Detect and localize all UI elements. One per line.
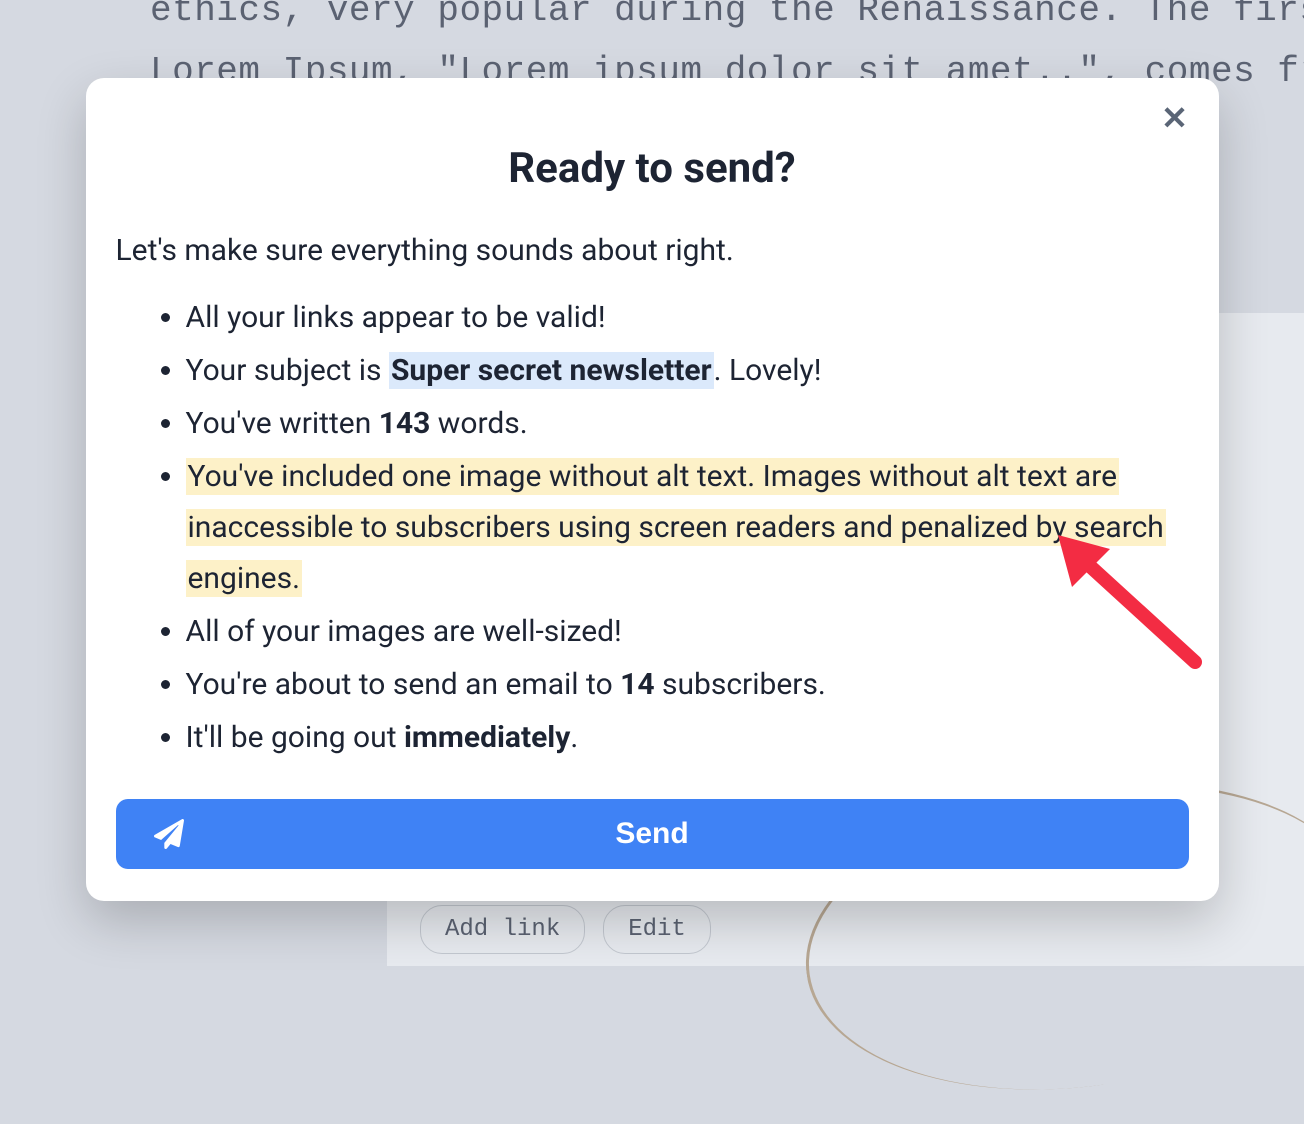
subject-value: Super secret newsletter [389, 352, 714, 389]
alt-text-warning: You've included one image without alt te… [186, 458, 1166, 597]
checklist: All your links appear to be valid! Your … [116, 292, 1189, 763]
check-item-links: All your links appear to be valid! [186, 292, 1189, 343]
check-item-subscribers: You're about to send an email to 14 subs… [186, 659, 1189, 710]
modal-intro-text: Let's make sure everything sounds about … [116, 233, 1189, 268]
close-button[interactable]: ✕ [1157, 100, 1193, 136]
check-item-alt-text-warning: You've included one image without alt te… [186, 451, 1189, 604]
send-button[interactable]: Send [116, 799, 1189, 869]
modal-title: Ready to send? [116, 144, 1189, 193]
modal-backdrop: ✕ Ready to send? Let's make sure everyth… [0, 0, 1304, 966]
check-item-subject: Your subject is Super secret newsletter.… [186, 345, 1189, 396]
check-item-words: You've written 143 words. [186, 398, 1189, 449]
word-count: 143 [379, 406, 431, 441]
paper-plane-icon [154, 819, 184, 849]
schedule-value: immediately [404, 720, 570, 755]
check-item-images-sized: All of your images are well-sized! [186, 606, 1189, 657]
send-button-label: Send [615, 817, 688, 851]
send-confirmation-modal: ✕ Ready to send? Let's make sure everyth… [86, 78, 1219, 901]
check-item-schedule: It'll be going out immediately. [186, 712, 1189, 763]
subscriber-count: 14 [620, 667, 654, 702]
close-icon: ✕ [1161, 99, 1188, 137]
